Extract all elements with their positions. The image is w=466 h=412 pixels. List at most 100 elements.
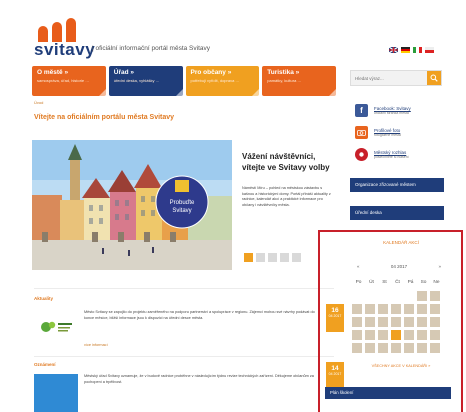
nav-subtitle: památky, kultura … [267, 78, 302, 83]
calendar-day[interactable] [352, 317, 362, 327]
calendar-day[interactable] [365, 304, 375, 314]
calendar-day[interactable] [352, 304, 362, 314]
all-events-link[interactable]: VŠECHNY AKCE V KALENDÁŘI » [352, 364, 450, 368]
hero-image[interactable]: Probuďte Svitavy [32, 140, 232, 270]
nav-subtitle: úřední deska, vyhlášky … [113, 78, 160, 83]
logo-bar-icon [52, 22, 62, 42]
calendar-day[interactable] [391, 343, 401, 353]
calendar-day[interactable] [430, 343, 440, 353]
nav-urad[interactable]: Úřad » úřední deska, vyhlášky … [108, 66, 183, 96]
corner-arrow-icon [329, 89, 336, 96]
weekday-label: So [420, 280, 427, 285]
calendar-day[interactable] [430, 291, 440, 301]
breadcrumb[interactable]: Úvod [34, 100, 43, 105]
calendar-day[interactable] [417, 330, 427, 340]
organizations-button[interactable]: Organizace zřizované městem [350, 178, 444, 192]
calendar-day[interactable] [365, 343, 375, 353]
hero-title[interactable]: Vážení návštěvníci, vítejte ve Svitavy v… [242, 152, 332, 174]
camera-icon [355, 125, 368, 139]
section-heading: Aktuality [34, 296, 54, 301]
calendar-day-today[interactable] [391, 330, 401, 340]
slider-dot[interactable] [244, 253, 253, 262]
calendar-title: KALENDÁŘ AKCÍ [383, 240, 419, 245]
slider-dot[interactable] [256, 253, 265, 262]
page: svitavy | oficiální informační portál mě… [0, 0, 466, 412]
calendar-day[interactable] [430, 330, 440, 340]
calendar-month: 04 2017 [390, 264, 408, 269]
calendar-empty-cell [352, 291, 362, 301]
search-button[interactable] [427, 71, 441, 85]
main-nav: O městě » samospráva, úřad, historie … Ú… [32, 66, 336, 96]
slider-dot[interactable] [268, 253, 277, 262]
social-subtitle: poslechněte si hlášení [374, 154, 409, 159]
calendar-day[interactable] [365, 317, 375, 327]
calendar-day[interactable] [430, 317, 440, 327]
calendar-day[interactable] [404, 304, 414, 314]
social-links: f Facebook: Svitavy oficiální stránka mě… [355, 102, 445, 168]
prev-month-button[interactable]: « [357, 264, 360, 269]
calendar-nav: « 04 2017 » [357, 264, 441, 269]
calendar-day[interactable] [365, 330, 375, 340]
read-more-link[interactable]: více informací [84, 343, 108, 347]
calendar-day[interactable] [378, 330, 388, 340]
calendar-day[interactable] [391, 317, 401, 327]
language-switcher [389, 47, 434, 53]
flag-de-icon[interactable] [401, 47, 410, 53]
flag-it-icon[interactable] [413, 47, 422, 53]
calendar-empty-cell [404, 291, 414, 301]
hero-badge: Probuďte Svitavy [156, 200, 208, 215]
nav-title: Pro občany » [190, 69, 232, 76]
social-title: Městský rozhlas [374, 149, 407, 155]
flag-uk-icon[interactable] [389, 47, 398, 53]
slider-dot[interactable] [280, 253, 289, 262]
calendar-day[interactable] [378, 317, 388, 327]
calendar-day[interactable] [417, 343, 427, 353]
calendar-day[interactable] [352, 330, 362, 340]
calendar-day[interactable] [352, 343, 362, 353]
social-radio[interactable]: Městský rozhlas poslechněte si hlášení [355, 146, 445, 162]
weekday-label: Čt [395, 280, 400, 285]
search-input[interactable] [351, 71, 427, 85]
corner-arrow-icon [252, 89, 260, 96]
official-board-button[interactable]: Úřední deska [350, 206, 444, 220]
calendar-day[interactable] [378, 343, 388, 353]
nav-o-meste[interactable]: O městě » samospráva, úřad, historie … [32, 66, 106, 96]
calendar-empty-cell [378, 291, 388, 301]
calendar-day[interactable] [417, 317, 427, 327]
radio-icon [355, 147, 368, 161]
slider-dots [244, 253, 301, 262]
calendar-day[interactable] [417, 304, 427, 314]
nav-turistika[interactable]: Turistika » památky, kultura … [262, 66, 336, 96]
weekday-label: Po [355, 280, 362, 285]
calendar-day[interactable] [404, 317, 414, 327]
facebook-icon: f [355, 103, 368, 117]
weekday-label: Út [369, 280, 374, 285]
social-facebook[interactable]: f Facebook: Svitavy oficiální stránka mě… [355, 102, 445, 118]
flag-pl-icon[interactable] [425, 47, 434, 53]
logo-bar-icon [66, 18, 76, 42]
calendar-day[interactable] [378, 304, 388, 314]
divider [34, 356, 334, 357]
news-text: Město Svitavy se zapojilo do projektu za… [84, 310, 315, 320]
calendar-day[interactable] [404, 343, 414, 353]
news-thumbnail[interactable] [34, 374, 78, 412]
nav-subtitle: potřebuji vyřídit, doprava … [190, 78, 240, 83]
social-subtitle: oficiální stránka města [374, 110, 409, 115]
calendar-day[interactable] [430, 304, 440, 314]
calendar-day[interactable] [404, 330, 414, 340]
partner-logo-icon [41, 321, 72, 332]
social-photo[interactable]: Profilové foto fotogalerie města [355, 124, 445, 140]
social-subtitle: fotogalerie města [374, 132, 401, 137]
training-plan-button[interactable]: Plán školení [325, 387, 451, 399]
social-title: Profilové foto [374, 127, 401, 133]
weekday-label: Pá [407, 280, 414, 285]
calendar-day[interactable] [417, 291, 427, 301]
nav-title: O městě » [37, 69, 69, 76]
slider-dot[interactable] [292, 253, 301, 262]
calendar-day[interactable] [391, 304, 401, 314]
nav-pro-obcany[interactable]: Pro občany » potřebuji vyřídit, doprava … [185, 66, 260, 96]
nav-title: Úřad » [113, 69, 134, 76]
next-month-button[interactable]: » [438, 264, 441, 269]
search-icon [430, 74, 438, 82]
calendar-empty-cell [391, 291, 401, 301]
